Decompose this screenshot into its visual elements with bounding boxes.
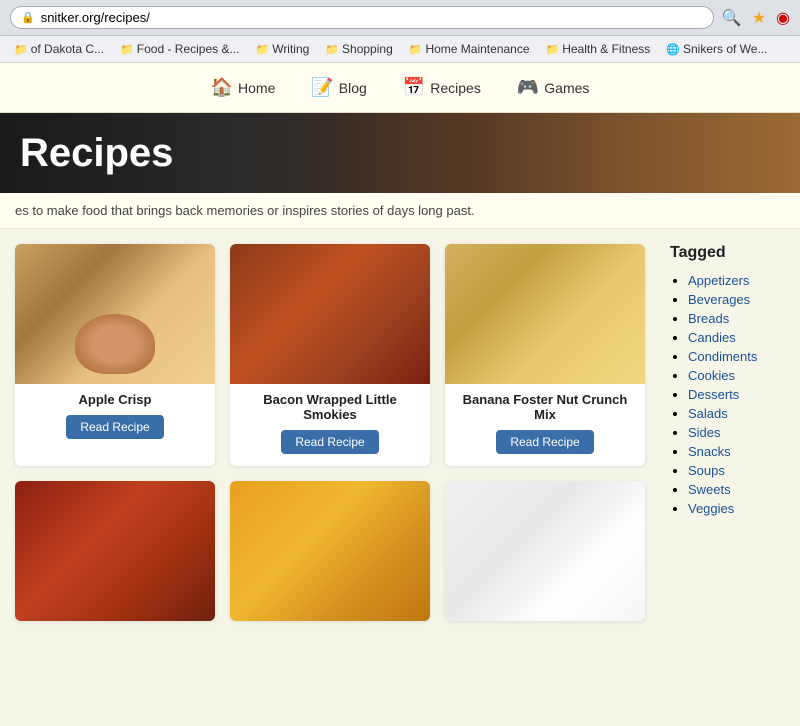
recipe-name-bacon-smokies: Bacon Wrapped Little Smokies [230,384,430,426]
bookmark-label-5: Home Maintenance [425,42,529,56]
folder-icon-3: 📁 [256,43,270,56]
tag-salads[interactable]: Salads [688,405,790,421]
url-text: snitker.org/recipes/ [41,10,150,25]
recipes-grid: Apple Crisp Read Recipe Bacon Wrapped Li… [0,229,660,636]
nav-recipes[interactable]: 📅 Recipes [395,73,489,102]
tag-cookies[interactable]: Cookies [688,367,790,383]
bookmark-label-1: of Dakota C... [31,42,104,56]
recipe-image-6 [445,481,645,621]
recipe-card-5 [230,481,430,621]
bookmark-label-6: Health & Fitness [562,42,650,56]
lock-icon: 🔒 [21,11,35,24]
tag-link-veggies[interactable]: Veggies [688,501,734,516]
folder-icon-4: 📁 [325,43,339,56]
bookmark-food[interactable]: 📁 Food - Recipes &... [114,40,245,58]
tag-desserts[interactable]: Desserts [688,386,790,402]
folder-icon-6: 📁 [546,43,560,56]
browser-bar: 🔒 snitker.org/recipes/ 🔍 ★ ◉ [0,0,800,36]
tag-link-sweets[interactable]: Sweets [688,482,731,497]
bookmark-home-maintenance[interactable]: 📁 Home Maintenance [403,40,536,58]
nav-blog[interactable]: 📝 Blog [303,73,374,102]
tag-soups[interactable]: Soups [688,462,790,478]
tag-link-breads[interactable]: Breads [688,311,729,326]
recipe-card-apple-crisp: Apple Crisp Read Recipe [15,244,215,466]
bookmark-dakota[interactable]: 📁 of Dakota C... [8,40,110,58]
tag-link-cookies[interactable]: Cookies [688,368,735,383]
nav-bar: 🏠 Home 📝 Blog 📅 Recipes 🎮 Games [0,63,800,113]
tag-link-appetizers[interactable]: Appetizers [688,273,749,288]
opera-icon[interactable]: ◉ [776,8,790,28]
recipe-image-bacon-smokies [230,244,430,384]
nav-home-label: Home [238,80,275,96]
tag-link-desserts[interactable]: Desserts [688,387,739,402]
tag-candies[interactable]: Candies [688,329,790,345]
tag-link-soups[interactable]: Soups [688,463,725,478]
tag-link-condiments[interactable]: Condiments [688,349,757,364]
tag-link-beverages[interactable]: Beverages [688,292,750,307]
bookmark-writing[interactable]: 📁 Writing [250,40,316,58]
recipe-name-banana-foster: Banana Foster Nut Crunch Mix [445,384,645,426]
blog-icon: 📝 [311,77,333,98]
globe-icon: 🌐 [666,43,680,56]
recipe-card-bacon-smokies: Bacon Wrapped Little Smokies Read Recipe [230,244,430,466]
read-recipe-btn-apple-crisp[interactable]: Read Recipe [66,415,163,439]
recipe-image-5 [230,481,430,621]
recipe-card-4 [15,481,215,621]
folder-icon-1: 📁 [14,43,28,56]
recipe-image-4 [15,481,215,621]
folder-icon-5: 📁 [409,43,423,56]
bookmarks-bar: 📁 of Dakota C... 📁 Food - Recipes &... 📁… [0,36,800,63]
bookmark-snikers[interactable]: 🌐 Snikers of We... [660,40,773,58]
tag-condiments[interactable]: Condiments [688,348,790,364]
sidebar: Tagged Appetizers Beverages Breads Candi… [660,229,800,636]
recipes-icon: 📅 [403,77,425,98]
recipe-image-apple-crisp [15,244,215,384]
page-description: es to make food that brings back memorie… [0,193,800,229]
tag-sweets[interactable]: Sweets [688,481,790,497]
home-icon: 🏠 [211,77,233,98]
read-recipe-btn-bacon-smokies[interactable]: Read Recipe [281,430,378,454]
tag-link-candies[interactable]: Candies [688,330,736,345]
recipe-name-apple-crisp: Apple Crisp [71,384,160,411]
hero-background [320,113,800,193]
tag-link-snacks[interactable]: Snacks [688,444,731,459]
tag-link-sides[interactable]: Sides [688,425,721,440]
tag-list: Appetizers Beverages Breads Candies Cond… [670,272,790,516]
sidebar-title: Tagged [670,244,790,262]
main-content: Apple Crisp Read Recipe Bacon Wrapped Li… [0,229,800,636]
recipe-card-banana-foster: Banana Foster Nut Crunch Mix Read Recipe [445,244,645,466]
tag-appetizers[interactable]: Appetizers [688,272,790,288]
search-icon[interactable]: 🔍 [722,8,742,28]
bookmark-star-icon[interactable]: ★ [752,8,766,28]
url-bar[interactable]: 🔒 snitker.org/recipes/ [10,6,714,29]
tag-beverages[interactable]: Beverages [688,291,790,307]
tag-snacks[interactable]: Snacks [688,443,790,459]
browser-icons: 🔍 ★ ◉ [722,8,790,28]
read-recipe-btn-banana-foster[interactable]: Read Recipe [496,430,593,454]
bookmark-health[interactable]: 📁 Health & Fitness [540,40,657,58]
bookmark-label-4: Shopping [342,42,393,56]
tag-breads[interactable]: Breads [688,310,790,326]
page-title: Recipes [0,131,193,176]
bookmark-shopping[interactable]: 📁 Shopping [319,40,398,58]
bookmark-label-7: Snikers of We... [683,42,767,56]
recipe-card-6 [445,481,645,621]
hero-banner: Recipes [0,113,800,193]
tag-veggies[interactable]: Veggies [688,500,790,516]
bookmark-label-3: Writing [272,42,309,56]
nav-home[interactable]: 🏠 Home [203,73,284,102]
games-icon: 🎮 [517,77,539,98]
tag-link-salads[interactable]: Salads [688,406,728,421]
nav-games-label: Games [544,80,589,96]
description-text: es to make food that brings back memorie… [15,203,475,218]
tag-sides[interactable]: Sides [688,424,790,440]
folder-icon-2: 📁 [120,43,134,56]
nav-recipes-label: Recipes [430,80,481,96]
recipe-image-banana-foster [445,244,645,384]
nav-games[interactable]: 🎮 Games [509,73,598,102]
bookmark-label-2: Food - Recipes &... [137,42,240,56]
nav-blog-label: Blog [339,80,367,96]
